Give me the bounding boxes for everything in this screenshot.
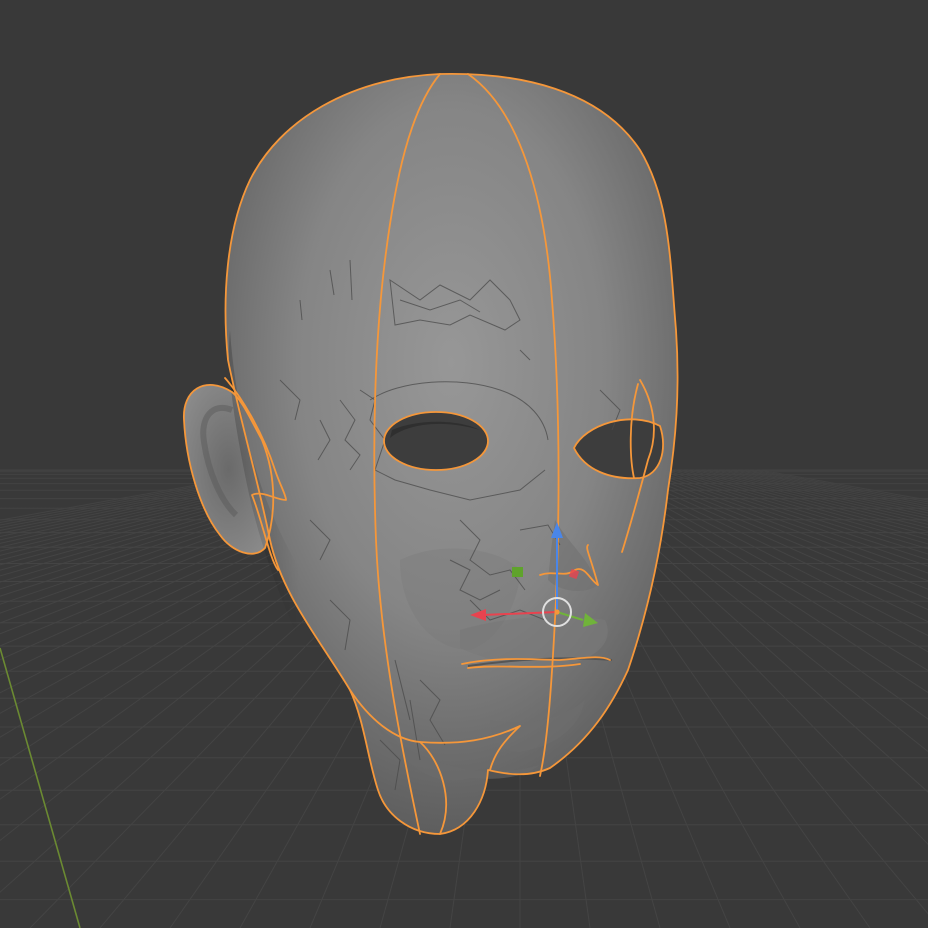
floor-y-axis-line: [0, 647, 81, 928]
head-mesh[interactable]: [183, 73, 678, 834]
origin-point: [554, 609, 560, 615]
3d-viewport[interactable]: [0, 0, 928, 928]
gizmo-plane-handle[interactable]: [512, 567, 523, 577]
